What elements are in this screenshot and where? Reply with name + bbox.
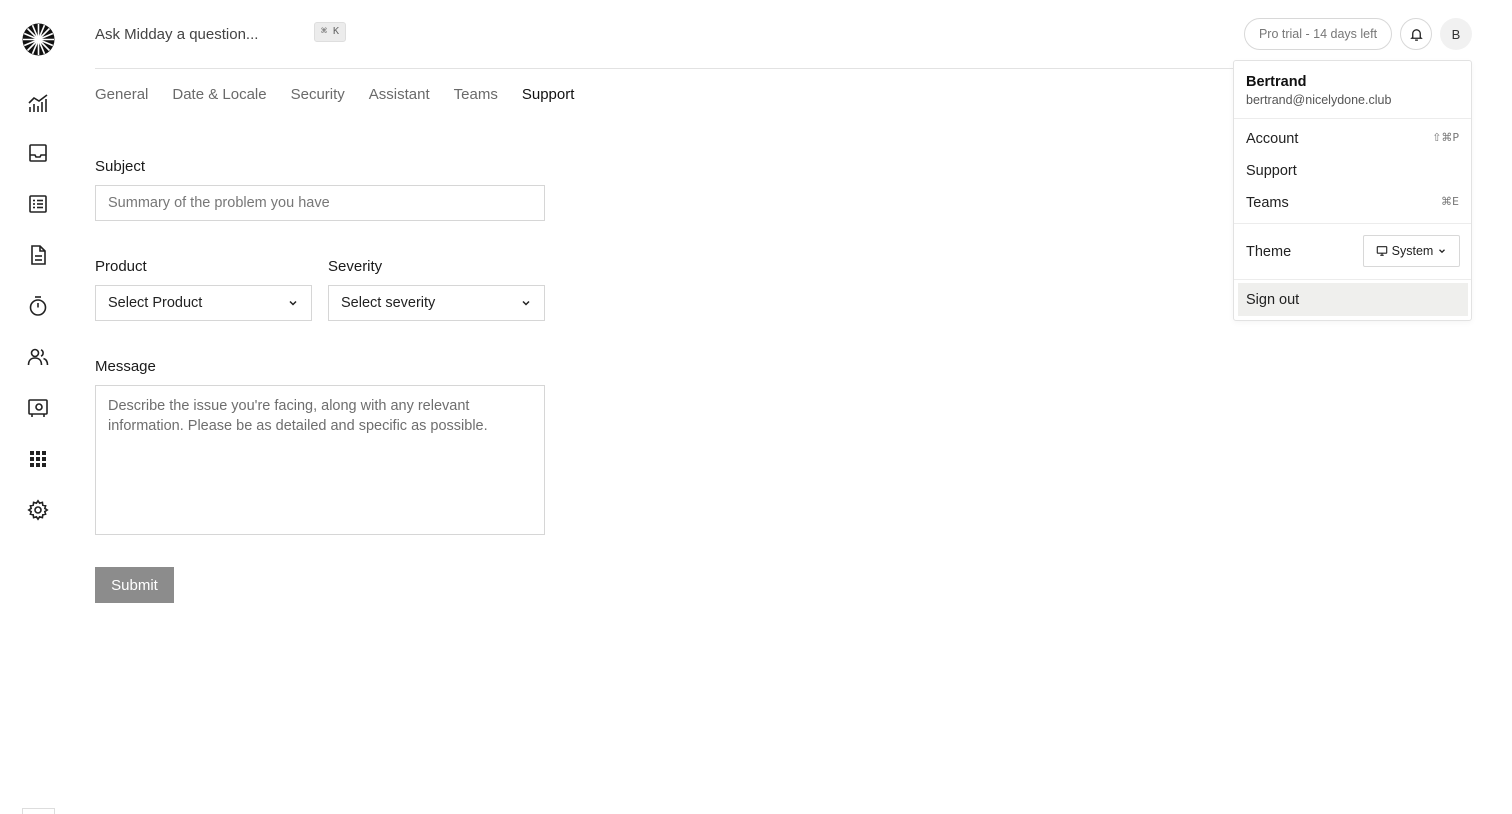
sign-out-button[interactable]: Sign out bbox=[1238, 283, 1468, 316]
theme-select-value: System bbox=[1391, 244, 1434, 258]
menu-item-label: Support bbox=[1246, 163, 1297, 179]
tab-assistant[interactable]: Assistant bbox=[369, 86, 430, 103]
monitor-icon bbox=[1376, 246, 1387, 256]
theme-label: Theme bbox=[1246, 244, 1292, 260]
vault-icon[interactable] bbox=[27, 397, 49, 419]
product-select[interactable]: Select Product bbox=[95, 285, 312, 321]
search-placeholder: Ask Midday a question... bbox=[95, 25, 259, 43]
menu-item-shortcut: ⌘E bbox=[1441, 195, 1459, 208]
analytics-chart-icon[interactable] bbox=[27, 92, 49, 114]
message-label: Message bbox=[95, 358, 156, 375]
tab-general[interactable]: General bbox=[95, 86, 148, 103]
menu-item-shortcut: ⇧⌘P bbox=[1432, 131, 1459, 144]
menu-divider bbox=[1234, 279, 1471, 280]
severity-select-value: Select severity bbox=[341, 295, 436, 311]
tab-teams[interactable]: Teams bbox=[454, 86, 498, 103]
menu-divider bbox=[1234, 223, 1471, 224]
menu-item-support[interactable]: Support bbox=[1246, 163, 1459, 179]
subject-placeholder: Summary of the problem you have bbox=[108, 195, 330, 211]
user-name: Bertrand bbox=[1246, 74, 1307, 90]
user-email: bertrand@nicelydone.club bbox=[1246, 93, 1392, 107]
message-textarea[interactable]: Describe the issue you're facing, along … bbox=[95, 385, 545, 535]
search-shortcut-badge: ⌘ K bbox=[314, 22, 347, 42]
tab-security[interactable]: Security bbox=[291, 86, 345, 103]
transactions-list-icon[interactable] bbox=[27, 193, 49, 215]
invoice-document-icon[interactable] bbox=[27, 244, 49, 266]
sidebar-toggle[interactable] bbox=[22, 808, 55, 814]
tracker-timer-icon[interactable] bbox=[27, 295, 49, 317]
bell-icon bbox=[1409, 28, 1423, 41]
settings-gear-icon[interactable] bbox=[27, 499, 49, 521]
tab-date-locale[interactable]: Date & Locale bbox=[172, 86, 266, 103]
customers-icon[interactable] bbox=[27, 346, 49, 368]
theme-row: Theme bbox=[1246, 244, 1346, 260]
trial-badge[interactable]: Pro trial - 14 days left bbox=[1244, 18, 1392, 50]
menu-item-label: Teams bbox=[1246, 195, 1289, 211]
header-divider bbox=[95, 68, 1235, 69]
submit-button[interactable]: Submit bbox=[95, 567, 174, 603]
midday-logo-icon[interactable] bbox=[22, 23, 55, 56]
severity-label: Severity bbox=[328, 258, 383, 275]
message-placeholder: Describe the issue you're facing, along … bbox=[108, 398, 488, 434]
chevron-down-icon bbox=[1439, 249, 1446, 254]
settings-tabs: General Date & Locale Security Assistant… bbox=[95, 86, 574, 103]
user-menu: Bertrand bertrand@nicelydone.club Accoun… bbox=[1233, 60, 1472, 321]
sidebar bbox=[0, 0, 77, 814]
menu-item-account[interactable]: Account ⇧⌘P bbox=[1246, 131, 1459, 147]
avatar[interactable]: B bbox=[1440, 18, 1472, 50]
menu-item-teams[interactable]: Teams ⌘E bbox=[1246, 195, 1459, 211]
apps-grid-icon[interactable] bbox=[27, 448, 49, 470]
chevron-down-icon bbox=[289, 300, 297, 306]
chevron-down-icon bbox=[522, 300, 530, 306]
product-label: Product bbox=[95, 258, 147, 275]
subject-label: Subject bbox=[95, 158, 146, 175]
inbox-icon[interactable] bbox=[27, 142, 49, 164]
notifications-button[interactable] bbox=[1400, 18, 1432, 50]
product-select-value: Select Product bbox=[108, 295, 203, 311]
subject-input[interactable]: Summary of the problem you have bbox=[95, 185, 545, 221]
theme-select[interactable]: System bbox=[1363, 235, 1460, 267]
menu-item-label: Account bbox=[1246, 131, 1299, 147]
severity-select[interactable]: Select severity bbox=[328, 285, 545, 321]
menu-divider bbox=[1234, 118, 1471, 119]
tab-support[interactable]: Support bbox=[522, 86, 575, 103]
